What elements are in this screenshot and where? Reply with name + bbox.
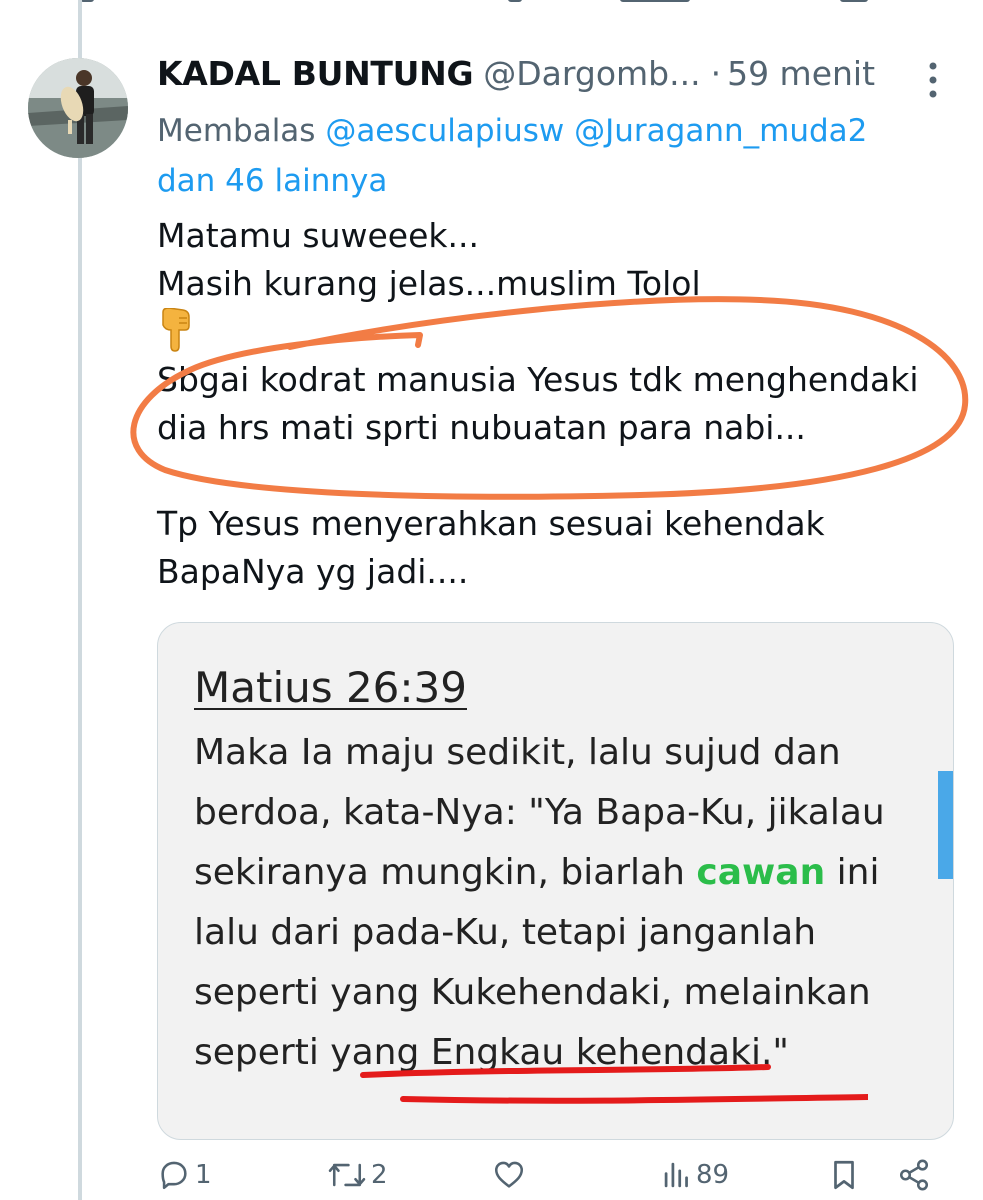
pointing-down-emoji bbox=[157, 307, 957, 356]
tweet-text-line: BapaNya yg jadi.... bbox=[157, 552, 469, 591]
tweet-text-line: Matamu suweeek... bbox=[157, 216, 479, 255]
tweet-text-line: dia hrs mati sprti nubuatan para nabi... bbox=[157, 408, 806, 447]
tweet-text-line: Sbgai kodrat manusia Yesus tdk menghenda… bbox=[157, 360, 919, 399]
avatar[interactable] bbox=[28, 58, 128, 158]
reply-prefix: Membalas bbox=[157, 113, 316, 149]
verse-title: Matius 26:39 bbox=[194, 663, 467, 712]
user-handle[interactable]: @Dargomb... bbox=[483, 54, 700, 93]
views-count: 89 bbox=[696, 1160, 730, 1190]
verse-line: seperti yang Kukehendaki, melainkan bbox=[194, 972, 871, 1013]
verse-line3-after: ini bbox=[825, 852, 880, 893]
verse-highlight-word: cawan bbox=[696, 852, 826, 893]
reply-mention-juragann[interactable]: @Juragann_muda2 bbox=[574, 113, 867, 149]
more-options-icon[interactable] bbox=[920, 58, 946, 102]
tweet-header: KADAL BUNTUNG @Dargomb... · 59 menit bbox=[157, 48, 957, 98]
retweet-count: 2 bbox=[371, 1160, 388, 1190]
remnant-mark bbox=[80, 0, 94, 2]
remnant-mark bbox=[508, 0, 522, 2]
bookmark-icon bbox=[834, 1160, 854, 1190]
separator-dot: · bbox=[710, 53, 722, 93]
reply-count: 1 bbox=[195, 1160, 212, 1190]
like-button[interactable] bbox=[492, 1158, 530, 1192]
retweet-button[interactable]: 2 bbox=[327, 1158, 388, 1192]
verse-line: sekiranya mungkin, biarlah cawan ini bbox=[194, 843, 934, 903]
remnant-mark bbox=[620, 0, 690, 2]
pointing-down-icon bbox=[162, 307, 190, 352]
avatar-photo bbox=[28, 58, 128, 158]
reply-others-link[interactable]: dan 46 lainnya bbox=[157, 163, 387, 199]
verse-line3-before: sekiranya mungkin, biarlah bbox=[194, 852, 697, 893]
verse-line: seperti yang Engkau kehendaki." bbox=[194, 1032, 789, 1073]
tweet-text: Matamu suweeek... Masih kurang jelas...m… bbox=[157, 212, 957, 596]
reply-button[interactable]: 1 bbox=[157, 1158, 212, 1192]
attached-image[interactable]: Matius 26:39 Maka Ia maju sedikit, lalu … bbox=[157, 622, 954, 1140]
verse-body: Maka Ia maju sedikit, lalu sujud dan ber… bbox=[194, 723, 934, 1083]
tweet-text-line: Masih kurang jelas...muslim Tolol bbox=[157, 264, 701, 303]
heart-icon bbox=[494, 1161, 524, 1188]
thread-connector-line bbox=[78, 0, 82, 1200]
remnant-mark bbox=[840, 0, 868, 2]
verse-line: berdoa, kata-Nya: "Ya Bapa-Ku, jikalau bbox=[194, 792, 885, 833]
tweet-actions: 1 2 89 bbox=[157, 1158, 957, 1200]
display-name[interactable]: KADAL BUNTUNG bbox=[157, 54, 474, 93]
verse-line: lalu dari pada-Ku, tetapi janganlah bbox=[194, 912, 817, 953]
share-icon bbox=[899, 1159, 929, 1191]
timestamp[interactable]: 59 menit bbox=[727, 54, 875, 93]
share-button[interactable] bbox=[897, 1158, 931, 1192]
image-scroll-indicator bbox=[938, 771, 953, 879]
tweet-page: KADAL BUNTUNG @Dargomb... · 59 menit Mem… bbox=[0, 0, 983, 1200]
previous-tweet-actions-remnant bbox=[0, 0, 983, 8]
verse-line: Maka Ia maju sedikit, lalu sujud dan bbox=[194, 732, 841, 773]
replying-to: Membalas @aesculapiusw @Juragann_muda2 d… bbox=[157, 106, 957, 206]
tweet-text-line: Tp Yesus menyerahkan sesuai kehendak bbox=[157, 504, 825, 543]
bookmark-button[interactable] bbox=[829, 1158, 859, 1192]
reply-icon bbox=[161, 1161, 187, 1190]
views-chart-icon bbox=[664, 1162, 688, 1188]
reply-mention-aesculapiusw[interactable]: @aesculapiusw bbox=[325, 113, 564, 149]
retweet-icon bbox=[328, 1163, 366, 1187]
views-button[interactable]: 89 bbox=[662, 1158, 729, 1192]
